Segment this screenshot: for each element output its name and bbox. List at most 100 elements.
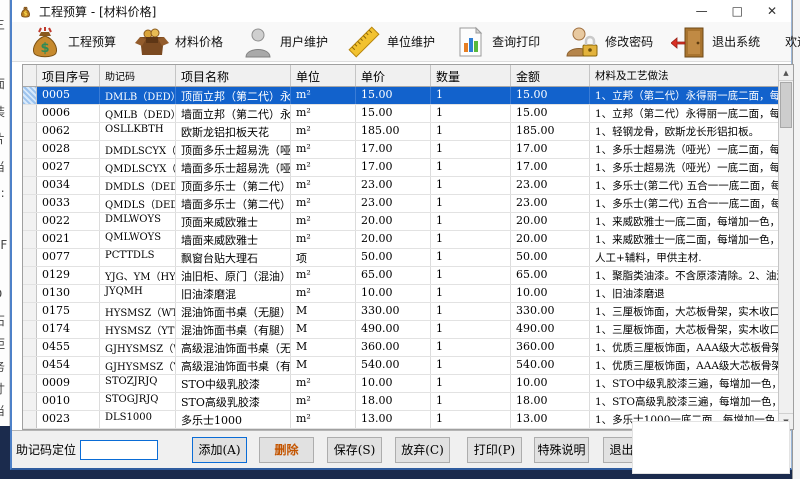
table-row[interactable]: 0021 QMLWOYS 墙面来威欧雅士 m² 20.00 1 20.00 1、来威欧雅士一底… <box>23 231 778 249</box>
cell-seq: 0009 <box>37 375 100 392</box>
add-button[interactable]: 添加(A) <box>192 436 248 463</box>
cell-amount: 50.00 <box>511 249 590 266</box>
table-row[interactable]: 0175HYSMSZ（WT）混油饰面书桌（无腿）M330.001330.001、… <box>23 303 778 321</box>
cell-note: 1、旧油漆磨退 <box>595 288 665 300</box>
cell-note: 1、轻钢龙骨，欧斯龙长形铝扣板。 <box>595 126 760 138</box>
cell-unit: M <box>291 339 356 356</box>
cell-price: 13.00 <box>356 411 431 428</box>
table-row[interactable]: 0027QMDLSCYX（YG）墙面多乐士超易洗（哑m²17.00117.001… <box>23 159 778 177</box>
toolbar-item-query-print[interactable]: 查询打印 <box>444 24 549 60</box>
row-indicator <box>23 123 37 140</box>
cell-qty: 1 <box>431 321 511 338</box>
table-row[interactable]: 0033QMDLS（DED）WHY墙面多乐士（第二代）m²23.00123.00… <box>23 195 778 213</box>
table-row[interactable]: 0130 JYQMH 旧油漆磨混 m² 10.00 1 10.00 1、旧油漆磨退 <box>23 285 778 303</box>
window-controls: — □ ✕ <box>696 0 777 22</box>
cell-seq: 0028 <box>37 141 100 158</box>
toolbar-item-material-price[interactable]: 材料价格 <box>125 24 232 60</box>
toolbar-item-exit-system[interactable]: 退出系统 <box>662 24 769 60</box>
table-row[interactable]: 0129YJG、YM（HY）油旧柜、原门（混油）m²65.00165.001、聚… <box>23 267 778 285</box>
cell-seq: 0027 <box>37 159 100 176</box>
mnemonic-locate-input[interactable] <box>80 439 159 460</box>
cell-qty: 1 <box>431 339 511 356</box>
cell-price: 15.00 <box>356 105 431 122</box>
table-row[interactable]: 0455GJHYSMSZ（WT）高级混油饰面书桌（无M360.001360.00… <box>23 339 778 357</box>
background-text-fragment: 务 <box>0 358 5 375</box>
delete-button[interactable]: 删除 <box>259 436 315 463</box>
table-row[interactable]: 0174HYSMSZ（YT）混油饰面书桌（有腿）M490.001490.001、… <box>23 321 778 339</box>
cell-price: 330.00 <box>356 303 431 320</box>
table-row[interactable]: 0022 DMLWOYS 顶面来威欧雅士 m² 20.00 1 20.00 1、来威欧雅士一底… <box>23 213 778 231</box>
background-text-fragment: 寸 <box>0 380 5 397</box>
user-icon <box>241 25 275 59</box>
cell-name: 油旧柜、原门（混油） <box>176 267 291 284</box>
screen: 三面装片当5:‖eFeD石距务寸当 $ 工程预算 - [材料价格] — □ ✕ <box>0 0 800 479</box>
cell-code: JYQMH <box>100 285 176 302</box>
abandon-button[interactable]: 放弃(C) <box>395 436 451 463</box>
cell-unit: M <box>291 303 356 320</box>
table-row[interactable]: 0028DMDLSCYX（YG）顶面多乐士超易洗（哑m²17.00117.001… <box>23 141 778 159</box>
header-code: 助记码 <box>100 65 176 86</box>
toolbar-item-user-maintain[interactable]: 用户维护 <box>232 24 337 60</box>
cell-amount: 10.00 <box>511 375 590 392</box>
cell-unit: m² <box>291 123 356 140</box>
row-indicator <box>23 375 37 392</box>
table-row[interactable]: 0454GJHYSMSZ（YT）高级混油饰面书桌（有M540.001540.00… <box>23 357 778 375</box>
cell-qty: 1 <box>431 177 511 194</box>
minimize-icon[interactable]: — <box>696 5 708 17</box>
table-row[interactable]: 0005DMLB（DED）YDL顶面立邦（第二代）永m²15.00115.001… <box>23 87 778 105</box>
row-indicator <box>23 321 37 338</box>
cell-seq: 0010 <box>37 393 100 410</box>
cell-code: QMDLS（DED）WHY <box>100 195 176 212</box>
table-row[interactable]: 0010 STOGJRJQ STO高级乳胶漆 m² 18.00 1 18.00 1、STO高级… <box>23 393 778 411</box>
maximize-icon[interactable]: □ <box>732 5 743 17</box>
mnemonic-locate-label: 助记码定位 <box>16 443 77 457</box>
row-indicator <box>23 267 37 284</box>
cell-unit: m² <box>291 87 356 104</box>
cell-amount: 360.00 <box>511 339 590 356</box>
password-lock-icon <box>564 25 600 59</box>
cell-code: QMDLSCYX（YG） <box>100 159 176 176</box>
cell-price: 10.00 <box>356 375 431 392</box>
cell-amount: 15.00 <box>511 105 590 122</box>
row-indicator <box>23 141 37 158</box>
exit-door-icon <box>671 25 707 59</box>
table-row[interactable]: 0062 OSLLKBTH 欧斯龙铝扣板天花 m² 185.00 1 185.00 1、轻钢龙… <box>23 123 778 141</box>
cell-price: 490.00 <box>356 321 431 338</box>
background-text-fragment: 当 <box>0 158 5 175</box>
table-row[interactable]: 0006QMLB（DED）YDL墙面立邦（第二代）永m²15.00115.001… <box>23 105 778 123</box>
scrollbar-thumb[interactable] <box>780 82 792 128</box>
row-indicator <box>23 231 37 248</box>
table-row[interactable]: 0077 PCTTDLS 飘窗台贴大理石项 50.00 1 50.00 人工+辅料，甲供主材… <box>23 249 778 267</box>
save-button[interactable]: 保存(S) <box>327 436 383 463</box>
print-button[interactable]: 打印(P) <box>467 436 523 463</box>
vertical-scrollbar[interactable]: ▲ ▼ <box>778 65 793 429</box>
cell-amount: 18.00 <box>511 393 590 410</box>
cell-amount: 10.00 <box>511 285 590 302</box>
cell-code: GJHYSMSZ（YT） <box>100 357 176 374</box>
cell-name: 墙面多乐士（第二代） <box>176 195 291 212</box>
special-note-button[interactable]: 特殊说明 <box>534 436 590 463</box>
table-row[interactable]: 0034DMDLS（DED）WHY顶面多乐士（第二代）m²23.00123.00… <box>23 177 778 195</box>
toolbar-item-label: 工程预算 <box>68 35 117 49</box>
cell-price: 18.00 <box>356 393 431 410</box>
row-indicator <box>23 177 37 194</box>
toolbar-item-budget[interactable]: $ 工程预算 <box>18 24 125 60</box>
cell-note: 1、多乐士(第二代) 五合一一底二面，每... <box>595 180 778 192</box>
close-icon[interactable]: ✕ <box>767 5 777 17</box>
cell-qty: 1 <box>431 357 511 374</box>
cell-note: 1、立邦（第二代）永得丽一底二面，每增... <box>595 108 778 120</box>
header-row-indicator <box>23 65 37 86</box>
cell-unit: M <box>291 357 356 374</box>
scroll-up-icon[interactable]: ▲ <box>779 65 793 81</box>
table-row[interactable]: 0009 STOZJRJQ STO中级乳胶漆 m² 10.00 1 10.00 1、STO中级… <box>23 375 778 393</box>
row-indicator <box>23 339 37 356</box>
toolbar-item-unit-maintain[interactable]: 单位维护 <box>337 24 444 60</box>
cell-qty: 1 <box>431 393 511 410</box>
cell-unit: m² <box>291 159 356 176</box>
cell-code: HYSMSZ（YT） <box>100 321 176 338</box>
row-indicator <box>23 87 37 104</box>
cell-name: 顶面来威欧雅士 <box>176 213 291 230</box>
cell-name: 墙面立邦（第二代）永 <box>176 105 291 122</box>
toolbar-item-label: 修改密码 <box>605 35 654 49</box>
toolbar-item-change-password[interactable]: 修改密码 <box>555 24 662 60</box>
